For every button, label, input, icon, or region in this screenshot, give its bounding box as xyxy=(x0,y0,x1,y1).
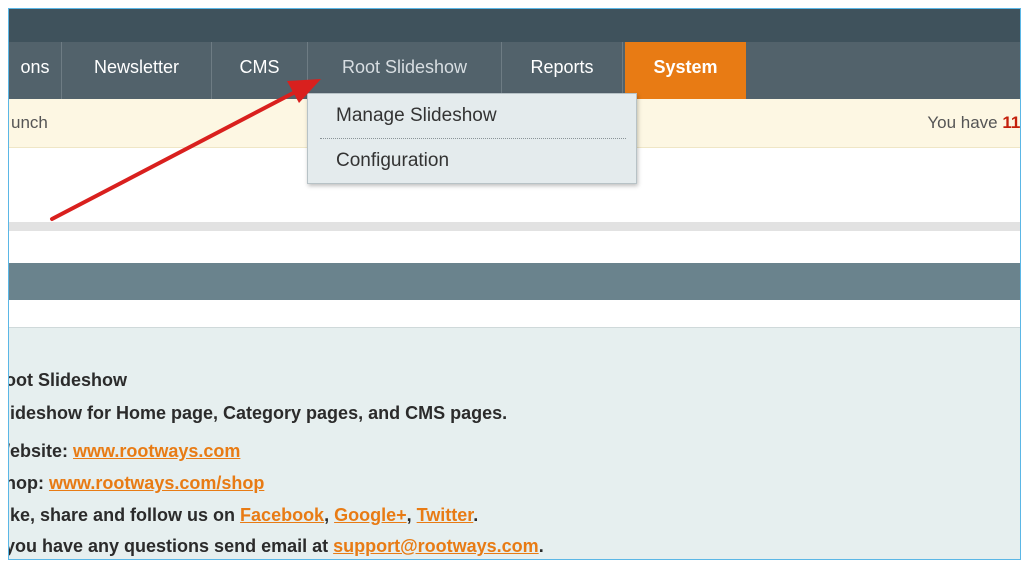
notice-suffix: critic xyxy=(1020,113,1021,132)
annotation-arrow-icon xyxy=(50,79,321,221)
admin-window: ons Newsletter CMS Root Slideshow Report… xyxy=(8,8,1021,560)
